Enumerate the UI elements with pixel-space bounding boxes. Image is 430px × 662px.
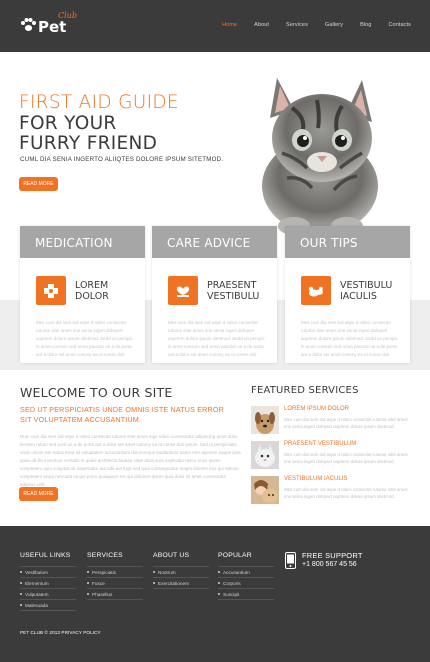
card-heading: OUR TIPS: [285, 226, 410, 258]
featured-service-name[interactable]: VESTIBULUM IACULIS: [284, 476, 347, 482]
footer-column-heading: SERVICES: [87, 552, 123, 559]
featured-service-text: Mes cum dia sem ind aspe d ndeci consect…: [284, 417, 408, 429]
hero-title-line1: FIRST AID GUIDE: [19, 92, 179, 113]
footer-column-useful-links: USEFUL LINKS Vestibulum Elementum Vulput…: [20, 552, 76, 611]
nav-services[interactable]: Services: [286, 22, 308, 28]
footer-column-heading: POPULAR: [218, 552, 252, 559]
footer-column-services: SERVICES Perspiciatis Fusce Phasellus: [87, 552, 143, 600]
nav-gallery[interactable]: Gallery: [325, 22, 343, 28]
footer-link[interactable]: Corporis: [218, 578, 274, 589]
card-label-line1: PRAESENT: [207, 280, 257, 291]
featured-service-name[interactable]: LOREM IPSUM DOLOR: [284, 406, 349, 412]
kitten-image: [262, 78, 378, 235]
card-label-line2: DOLOR: [75, 291, 109, 302]
medical-cross-icon: [36, 276, 66, 305]
nav-about[interactable]: About: [254, 22, 269, 28]
footer-link[interactable]: Phasellus: [87, 589, 143, 600]
nav-blog[interactable]: Blog: [360, 22, 371, 28]
support-title: FREE SUPPORT: [302, 551, 363, 560]
pets-icon: [301, 276, 331, 305]
feature-card-care-advice[interactable]: CARE ADVICE PRAESENT VESTIBULU Mes cum d…: [152, 226, 277, 363]
girl-with-dog-thumbnail: [251, 476, 279, 504]
footer-link[interactable]: Accusantium: [218, 567, 274, 578]
hero-title-line2: FOR YOUR: [19, 113, 117, 134]
paw-icon: [21, 18, 36, 31]
kitten-thumbnail: [251, 441, 279, 469]
feature-card-medication[interactable]: MEDICATION LOREM DOLOR Mes cum dia sem i…: [20, 226, 145, 363]
phone-icon: [285, 552, 296, 569]
card-text: Mes cum dia sem ind aspe d ndeci consect…: [168, 320, 265, 357]
card-heading: MEDICATION: [20, 226, 145, 258]
footer: USEFUL LINKS Vestibulum Elementum Vulput…: [0, 526, 430, 662]
feature-card-our-tips[interactable]: OUR TIPS VESTIBULU IACULIS Mes cum dia s…: [285, 226, 410, 363]
card-text: Mes cum dia sem ind aspe d ndeci consect…: [36, 320, 133, 357]
footer-column-heading: ABOUT US: [153, 552, 190, 559]
welcome-text: Dum cum dia sem ind aspe d ndeci consect…: [20, 434, 241, 487]
welcome-title: WELCOME TO OUR SITE: [20, 385, 173, 400]
footer-link[interactable]: Nostrum: [153, 567, 209, 578]
footer-link[interactable]: Vulputatem: [20, 589, 76, 600]
footer-column-popular: POPULAR Accusantium Corporis Suscipit: [218, 552, 274, 600]
hero-read-more-button[interactable]: READ MORE: [19, 177, 58, 191]
footer-link[interactable]: Perspiciatis: [87, 567, 143, 578]
card-label-line2: IACULIS: [340, 291, 377, 302]
welcome-read-more-button[interactable]: READ MORE: [19, 487, 58, 501]
footer-column-about-us: ABOUT US Nostrum Exercitationem: [153, 552, 209, 589]
featured-service-text: Mes cum dia sem ind aspe d ndeci consect…: [284, 452, 408, 464]
featured-service-text: Mes cum dia sem ind aspe d ndeci consect…: [284, 487, 408, 499]
card-label-line2: VESTIBULU: [207, 291, 260, 302]
card-heading: CARE ADVICE: [152, 226, 277, 258]
featured-services-title: FEATURED SERVICES: [251, 385, 359, 396]
logo-name: Pet: [38, 18, 67, 36]
card-label: PRAESENT VESTIBULU: [207, 280, 259, 302]
footer-link[interactable]: Malesuada: [20, 600, 76, 611]
copyright[interactable]: PET CLUB © 2013 PRIVACY POLICY: [20, 630, 101, 635]
main-nav: Home About Services Gallery Blog Contact…: [205, 22, 411, 28]
heart-hand-icon: [168, 276, 198, 305]
footer-link[interactable]: Exercitationem: [153, 578, 209, 589]
footer-column-heading: USEFUL LINKS: [20, 552, 71, 559]
hero-subtitle: CUML DIA SENIA INGERTO ALIIQTES DOLORE I…: [20, 156, 224, 163]
featured-service-name[interactable]: PRAESENT VESTIBULUM: [284, 441, 356, 447]
card-label-line1: LOREM: [75, 280, 109, 291]
card-label: VESTIBULU IACULIS: [340, 280, 392, 302]
card-label-line1: VESTIBULU: [340, 280, 393, 291]
card-label: LOREM DOLOR: [75, 280, 109, 302]
footer-link[interactable]: Suscipit: [218, 589, 274, 600]
footer-link[interactable]: Elementum: [20, 578, 76, 589]
footer-link[interactable]: Vestibulum: [20, 567, 76, 578]
dog-thumbnail: [251, 406, 279, 434]
card-text: Mes cum dia sem ind aspe d ndeci consect…: [301, 320, 398, 357]
welcome-subtitle: SED UT PERSPICIATIS UNDE OMNIS ISTE NATU…: [20, 405, 224, 424]
footer-link[interactable]: Fusce: [87, 578, 143, 589]
header: Pet Club Home About Services Gallery Blo…: [0, 0, 430, 52]
hero-title-line3: FURRY FRIEND: [19, 133, 158, 154]
logo-tagline: Club: [58, 11, 77, 20]
support-phone[interactable]: +1 800 567 45 56: [302, 561, 357, 568]
nav-contacts[interactable]: Contacts: [388, 22, 411, 28]
nav-home[interactable]: Home: [222, 22, 237, 28]
